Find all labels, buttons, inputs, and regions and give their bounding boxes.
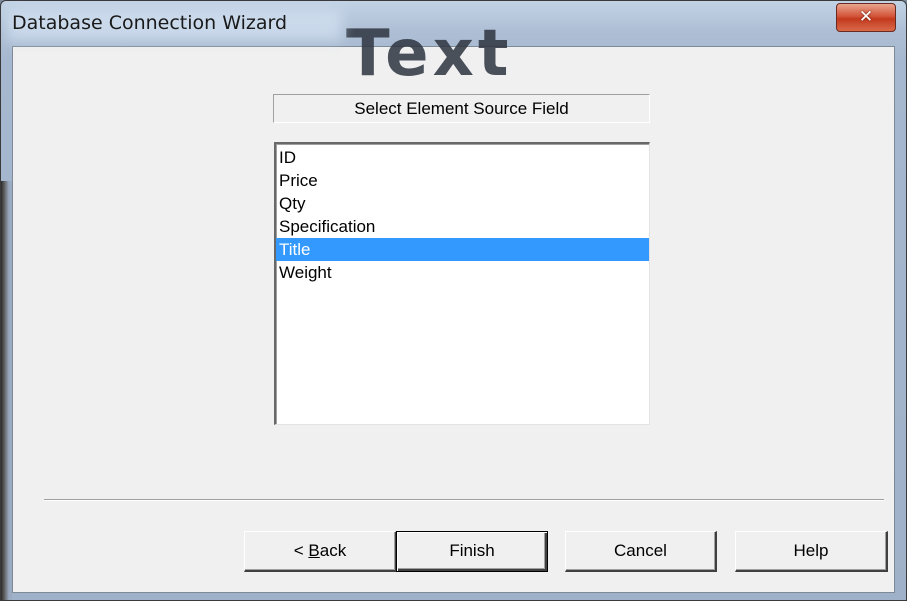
window-left-edge [1,181,12,600]
back-button[interactable]: < Back [244,531,397,572]
title-background-text: Text [346,17,513,91]
back-button-prefix: < [293,541,309,560]
list-header-label: Select Element Source Field [273,94,650,123]
list-item[interactable]: Price [276,169,649,192]
back-button-rest: ack [319,541,347,560]
help-button[interactable]: Help [735,531,888,572]
cancel-button[interactable]: Cancel [565,531,717,572]
list-item[interactable]: Qty [276,192,649,215]
list-item[interactable]: Specification [276,215,649,238]
list-item[interactable]: Weight [276,261,649,284]
close-button[interactable]: ✕ [836,3,896,32]
source-field-listbox[interactable]: ID Price Qty Specification Title Weight [274,142,650,425]
dialog-client-area: Select Element Source Field ID Price Qty… [12,46,895,593]
finish-button[interactable]: Finish [396,531,548,572]
dialog-window: Text Database Connection Wizard ✕ Select… [0,0,907,601]
window-title: Database Connection Wizard [12,12,288,34]
list-item[interactable]: ID [276,146,649,169]
back-button-mnemonic: B [308,541,320,560]
list-item-selected[interactable]: Title [276,238,649,261]
button-separator [44,499,884,501]
close-icon: ✕ [858,7,874,27]
